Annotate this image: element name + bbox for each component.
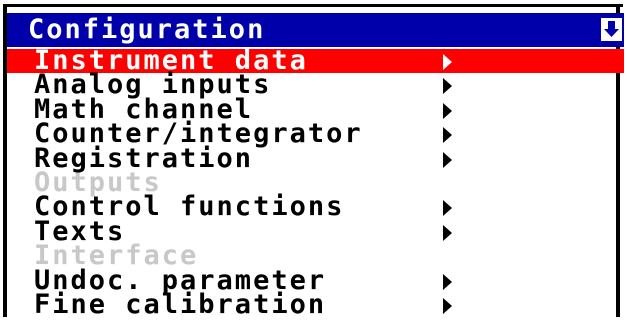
submenu-arrow-icon [443,273,452,290]
submenu-arrow-icon [443,127,452,144]
submenu-arrow-icon [443,102,452,119]
scroll-down-arrow-icon[interactable] [601,18,622,41]
submenu-arrow-icon [443,200,452,217]
submenu-arrow-icon [443,224,452,241]
submenu-arrow-icon [443,151,452,168]
submenu-arrow-icon [443,54,452,70]
menu-title: Configuration [28,14,266,45]
menu-header: Configuration [7,13,624,47]
menu-item-label: Fine calibration [34,289,327,320]
submenu-arrow-icon [443,298,452,314]
configuration-screen: Configuration Instrument data Analog inpu… [0,0,627,320]
menu-item[interactable]: Fine calibration [7,289,624,320]
submenu-arrow-icon [443,78,452,95]
